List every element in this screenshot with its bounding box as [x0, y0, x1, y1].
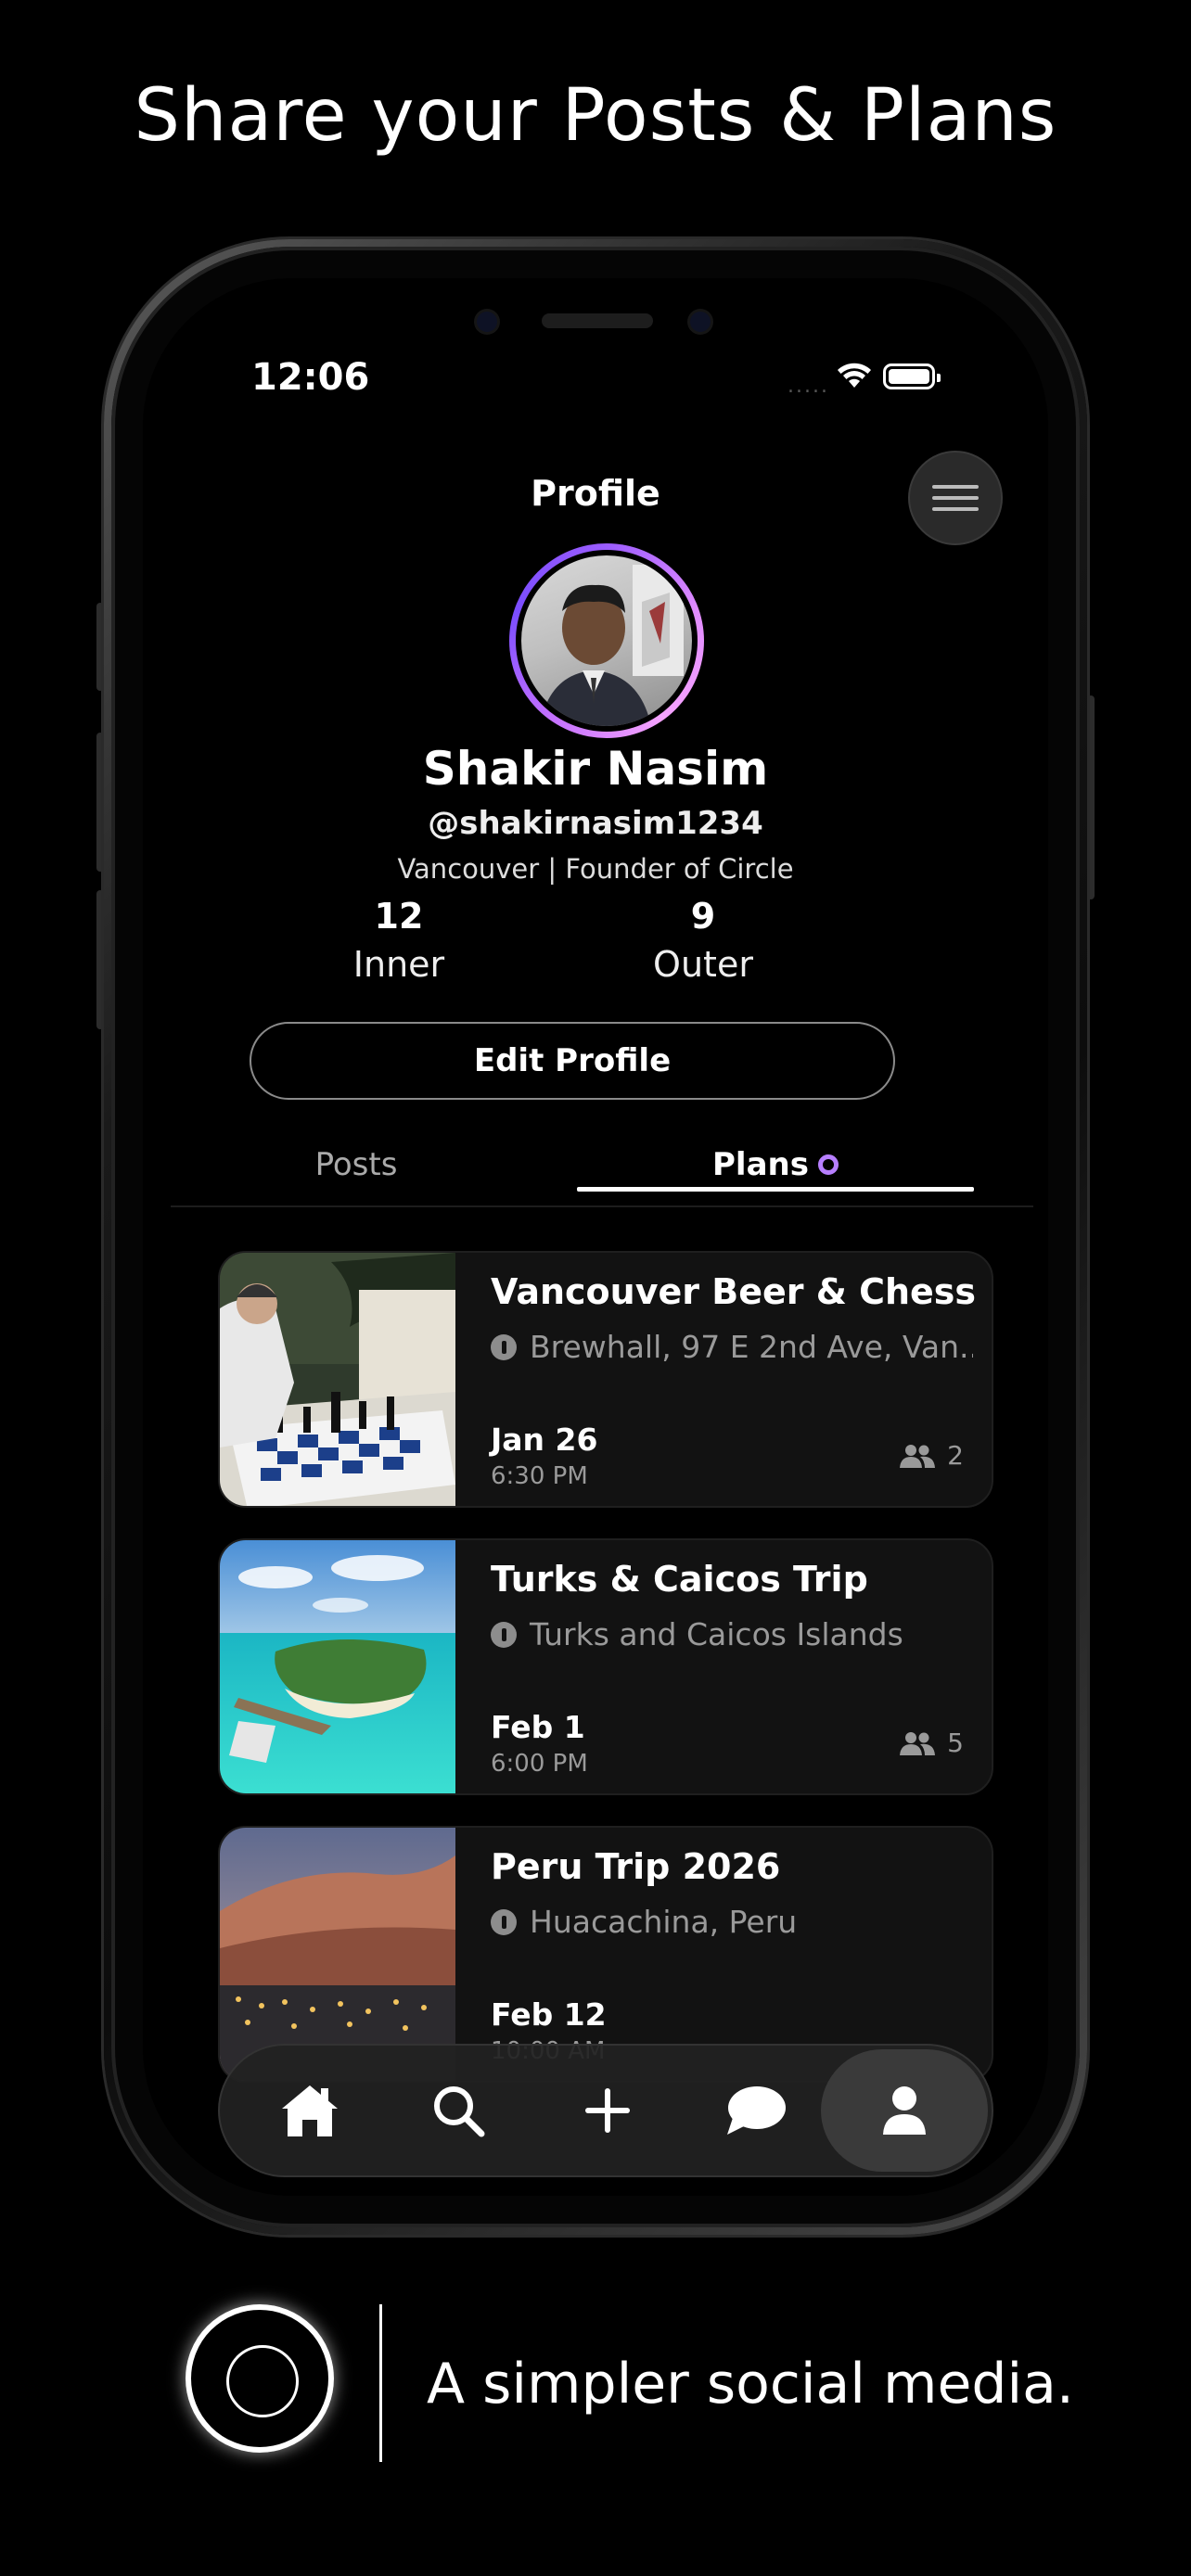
- plan-attendees: 2: [899, 1440, 964, 1471]
- power-button: [1087, 695, 1095, 899]
- plan-date: Feb 1: [491, 1709, 585, 1745]
- plan-title: Peru Trip 2026: [491, 1846, 781, 1887]
- headline: Share your Posts & Plans: [134, 74, 1057, 158]
- plan-date: Feb 12: [491, 1996, 607, 2033]
- stat-outer-label: Outer: [653, 944, 753, 985]
- tab-search[interactable]: [384, 2046, 532, 2175]
- stat-inner-count: 12: [374, 896, 424, 937]
- plus-icon: [585, 2088, 630, 2133]
- wifi-icon: [838, 363, 871, 388]
- volume-up-button: [96, 733, 104, 872]
- hamburger-icon: [932, 485, 979, 489]
- tab-profile[interactable]: [830, 2046, 979, 2175]
- person-icon: [883, 2086, 926, 2135]
- tagline: A simpler social media.: [427, 2352, 1074, 2417]
- tab-divider: [171, 1205, 1033, 1207]
- circle-logo-icon: [186, 2304, 334, 2453]
- edit-profile-button[interactable]: Edit Profile: [250, 1022, 895, 1100]
- search-icon: [434, 2086, 485, 2137]
- camera-icon: [477, 312, 497, 332]
- action-button: [96, 603, 104, 691]
- plan-date: Jan 26: [491, 1422, 598, 1458]
- tab-posts-label: Posts: [314, 1146, 398, 1183]
- stat-outer[interactable]: 9 Outer: [601, 896, 805, 985]
- plan-attendee-count: 5: [947, 1728, 964, 1758]
- plan-location: Huacachina, Peru: [491, 1904, 973, 1940]
- plan-location-text: Huacachina, Peru: [530, 1904, 798, 1940]
- plan-time: 6:30 PM: [491, 1462, 588, 1490]
- people-icon: [900, 1444, 936, 1468]
- location-pin-icon: [491, 1908, 517, 1935]
- notch: [421, 278, 774, 352]
- location-pin-icon: [491, 1333, 517, 1360]
- plan-location-text: Turks and Caicos Islands: [530, 1616, 903, 1652]
- volume-down-button: [96, 890, 104, 1029]
- plan-attendees: 5: [899, 1728, 964, 1758]
- tab-plans[interactable]: Plans: [577, 1137, 974, 1192]
- circle-badge-icon: [817, 1154, 839, 1175]
- tab-home[interactable]: [236, 2046, 384, 2175]
- plan-location: Brewhall, 97 E 2nd Ave, Van...: [491, 1329, 973, 1365]
- active-tab-indicator: [577, 1187, 974, 1192]
- profile-handle: @shakirnasim1234: [428, 805, 763, 842]
- status-time: 12:06: [251, 356, 370, 399]
- menu-button[interactable]: [908, 451, 1003, 545]
- avatar-photo: [540, 565, 684, 726]
- tab-plans-label: Plans: [712, 1146, 809, 1183]
- profile-bio: Vancouver | Founder of Circle: [397, 853, 794, 885]
- bottom-tab-bar: [218, 2044, 993, 2177]
- tab-posts[interactable]: Posts: [236, 1137, 477, 1192]
- plan-location: Turks and Caicos Islands: [491, 1616, 973, 1652]
- signal-icon: .....: [788, 375, 829, 398]
- sensor-icon: [690, 312, 711, 332]
- tab-create[interactable]: [533, 2046, 682, 2175]
- phone-bezel: 12:06 ..... Profile Shakir Nasim @shakir…: [111, 247, 1080, 2227]
- plan-card[interactable]: Vancouver Beer & Chess Brewhall, 97 E 2n…: [218, 1251, 993, 1508]
- plan-location-text: Brewhall, 97 E 2nd Ave, Van...: [530, 1329, 973, 1365]
- stat-inner-label: Inner: [352, 944, 445, 985]
- plan-time: 6:00 PM: [491, 1750, 588, 1778]
- avatar-ring: [509, 543, 704, 738]
- location-pin-icon: [491, 1621, 517, 1648]
- brand-divider: [379, 2304, 382, 2462]
- speaker-grille: [542, 313, 653, 328]
- tab-messages[interactable]: [682, 2046, 830, 2175]
- profile-name: Shakir Nasim: [422, 742, 769, 796]
- plan-image: [220, 1253, 455, 1506]
- plan-card[interactable]: Turks & Caicos Trip Turks and Caicos Isl…: [218, 1538, 993, 1795]
- stat-outer-count: 9: [690, 896, 716, 937]
- plan-image: [220, 1540, 455, 1793]
- plan-title: Vancouver Beer & Chess: [491, 1271, 977, 1312]
- battery-icon: [883, 363, 941, 389]
- people-icon: [900, 1731, 936, 1755]
- home-icon: [282, 2085, 338, 2136]
- plan-attendee-count: 2: [947, 1440, 964, 1471]
- chat-icon: [727, 2086, 786, 2135]
- app-screen: 12:06 ..... Profile Shakir Nasim @shakir…: [143, 278, 1048, 2196]
- plan-title: Turks & Caicos Trip: [491, 1559, 868, 1600]
- stat-inner[interactable]: 12 Inner: [297, 896, 501, 985]
- avatar[interactable]: [521, 555, 692, 726]
- phone-frame: 12:06 ..... Profile Shakir Nasim @shakir…: [104, 239, 1087, 2235]
